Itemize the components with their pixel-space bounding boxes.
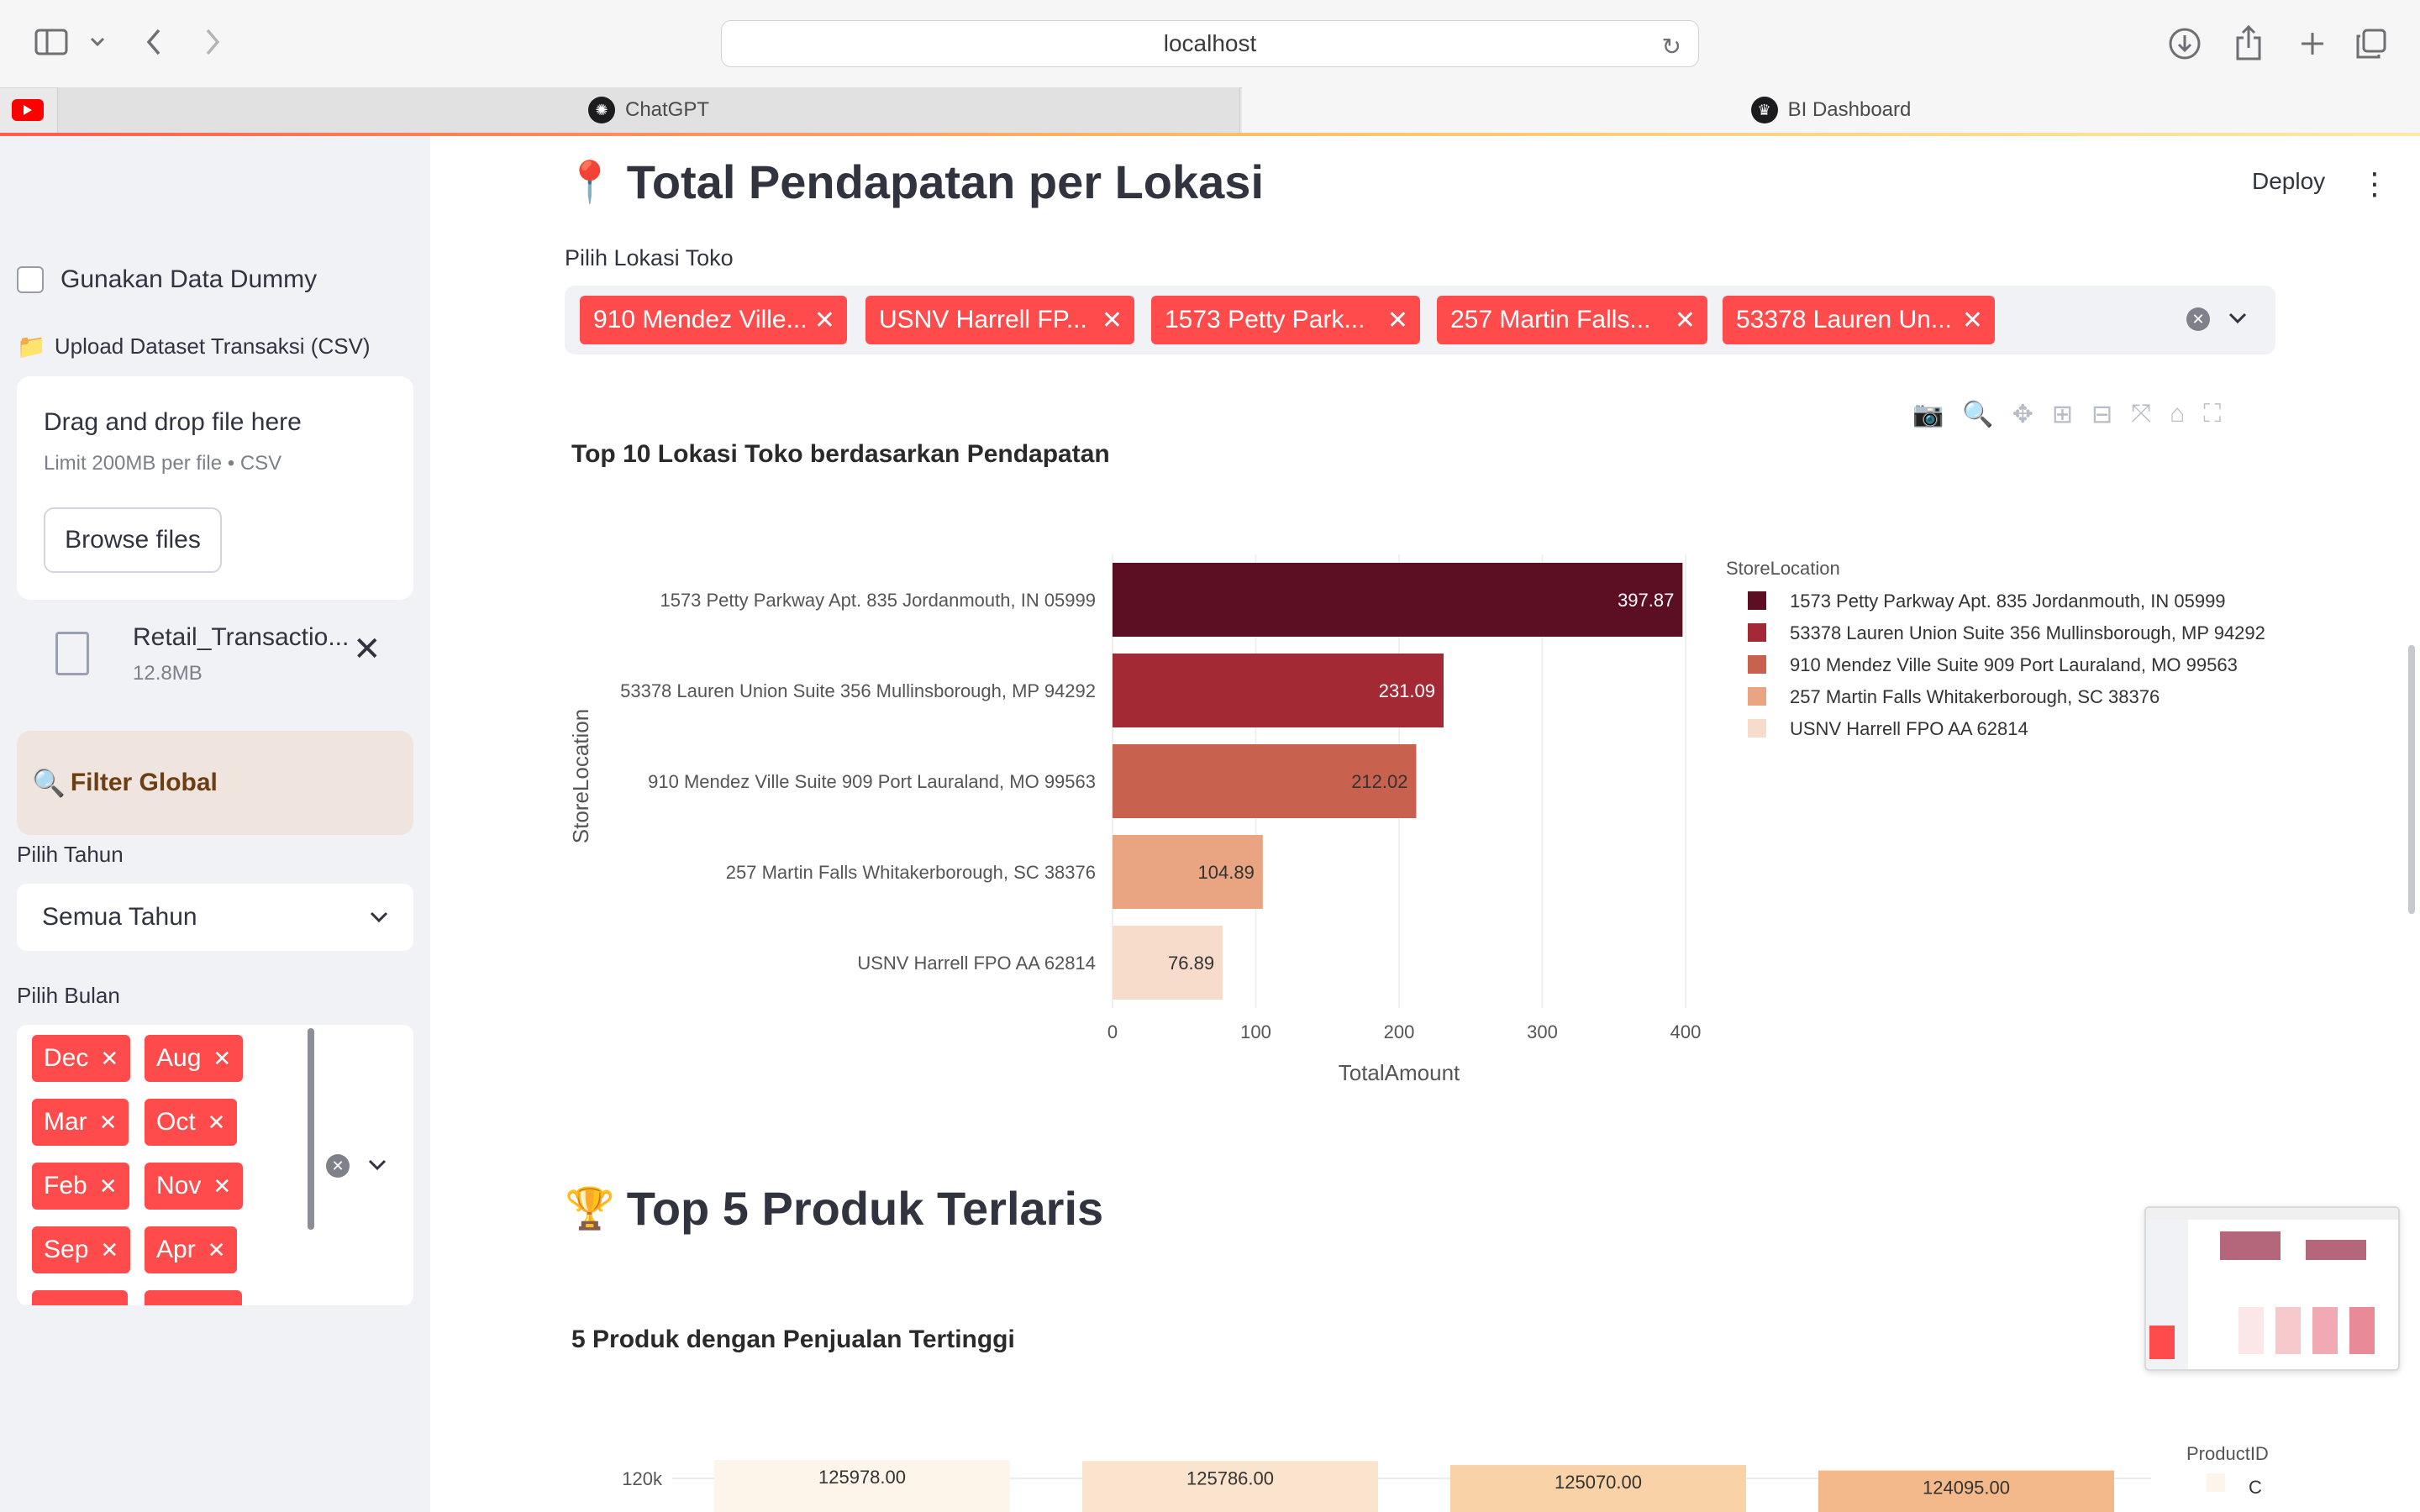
legend-label: C <box>2249 1477 2262 1498</box>
top-products-chart: 120k 125978.00 125786.00 125070.00 124095.00… <box>622 1443 2269 1512</box>
bar-value-label: 125978.00 <box>818 1467 906 1488</box>
y-tick-label: 120k <box>622 1468 663 1489</box>
bar-value-label: 125070.00 <box>1555 1472 1642 1493</box>
bar-value-label: 125786.00 <box>1186 1467 1274 1488</box>
legend-swatch <box>2207 1473 2225 1492</box>
main-scrollbar[interactable] <box>2408 645 2415 914</box>
legend-title: ProductID <box>2186 1443 2269 1464</box>
screenshot-thumbnail[interactable] <box>2144 1206 2400 1371</box>
bar-value-label: 124095.00 <box>1923 1478 2010 1499</box>
